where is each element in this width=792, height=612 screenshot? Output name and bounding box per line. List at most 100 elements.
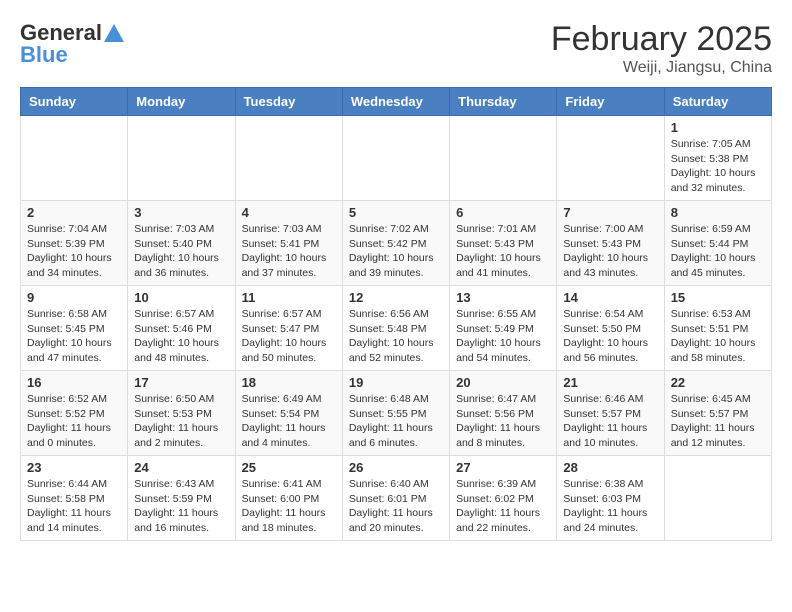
location-subtitle: Weiji, Jiangsu, China [551,59,772,77]
day-info: Sunrise: 7:05 AMSunset: 5:38 PMDaylight:… [671,137,765,196]
day-number: 13 [456,290,550,305]
day-info: Sunrise: 6:45 AMSunset: 5:57 PMDaylight:… [671,392,765,451]
calendar-cell: 2Sunrise: 7:04 AMSunset: 5:39 PMDaylight… [21,201,128,286]
calendar-cell [450,116,557,201]
day-header-monday: Monday [128,88,235,116]
day-info: Sunrise: 6:57 AMSunset: 5:47 PMDaylight:… [242,307,336,366]
day-number: 1 [671,120,765,135]
day-info: Sunrise: 6:39 AMSunset: 6:02 PMDaylight:… [456,477,550,536]
week-row-5: 23 Sunrise: 6:44 AMSunset: 5:58 PMDayligh… [21,456,772,541]
week-row-3: 9 Sunrise: 6:58 AMSunset: 5:45 PMDaylight… [21,286,772,371]
calendar-cell: 25 Sunrise: 6:41 AMSunset: 6:00 PMDayligh… [235,456,342,541]
calendar-cell: 22Sunrise: 6:45 AMSunset: 5:57 PMDayligh… [664,371,771,456]
day-number: 26 [349,460,443,475]
calendar-cell: 6 Sunrise: 7:01 AMSunset: 5:43 PMDaylight… [450,201,557,286]
day-number: 2 [27,205,121,220]
calendar-cell: 12 Sunrise: 6:56 AMSunset: 5:48 PMDayligh… [342,286,449,371]
calendar-cell: 14 Sunrise: 6:54 AMSunset: 5:50 PMDayligh… [557,286,664,371]
calendar-table: SundayMondayTuesdayWednesdayThursdayFrid… [20,87,772,541]
day-info: Sunrise: 7:03 AMSunset: 5:41 PMDaylight:… [242,222,336,281]
day-number: 11 [242,290,336,305]
calendar-cell: 13 Sunrise: 6:55 AMSunset: 5:49 PMDayligh… [450,286,557,371]
day-number: 24 [134,460,228,475]
calendar-cell: 11 Sunrise: 6:57 AMSunset: 5:47 PMDayligh… [235,286,342,371]
day-info: Sunrise: 7:01 AMSunset: 5:43 PMDaylight:… [456,222,550,281]
day-number: 20 [456,375,550,390]
day-number: 17 [134,375,228,390]
title-block: February 2025 Weiji, Jiangsu, China [551,20,772,77]
calendar-cell: 1 Sunrise: 7:05 AMSunset: 5:38 PMDaylight… [664,116,771,201]
calendar-cell: 20 Sunrise: 6:47 AMSunset: 5:56 PMDayligh… [450,371,557,456]
day-info: Sunrise: 6:49 AMSunset: 5:54 PMDaylight:… [242,392,336,451]
calendar-header-row: SundayMondayTuesdayWednesdayThursdayFrid… [21,88,772,116]
day-info: Sunrise: 6:43 AMSunset: 5:59 PMDaylight:… [134,477,228,536]
month-year-title: February 2025 [551,20,772,59]
day-number: 21 [563,375,657,390]
day-info: Sunrise: 6:38 AMSunset: 6:03 PMDaylight:… [563,477,657,536]
day-info: Sunrise: 6:47 AMSunset: 5:56 PMDaylight:… [456,392,550,451]
day-number: 27 [456,460,550,475]
week-row-1: 1 Sunrise: 7:05 AMSunset: 5:38 PMDaylight… [21,116,772,201]
day-number: 10 [134,290,228,305]
day-header-friday: Friday [557,88,664,116]
calendar-cell: 21 Sunrise: 6:46 AMSunset: 5:57 PMDayligh… [557,371,664,456]
day-info: Sunrise: 6:55 AMSunset: 5:49 PMDaylight:… [456,307,550,366]
day-number: 16 [27,375,121,390]
day-info: Sunrise: 6:56 AMSunset: 5:48 PMDaylight:… [349,307,443,366]
day-number: 7 [563,205,657,220]
calendar-cell: 23 Sunrise: 6:44 AMSunset: 5:58 PMDayligh… [21,456,128,541]
calendar-cell: 15 Sunrise: 6:53 AMSunset: 5:51 PMDayligh… [664,286,771,371]
calendar-cell: 4 Sunrise: 7:03 AMSunset: 5:41 PMDaylight… [235,201,342,286]
day-number: 6 [456,205,550,220]
calendar-cell: 16 Sunrise: 6:52 AMSunset: 5:52 PMDayligh… [21,371,128,456]
day-header-thursday: Thursday [450,88,557,116]
week-row-2: 2Sunrise: 7:04 AMSunset: 5:39 PMDaylight… [21,201,772,286]
day-info: Sunrise: 6:50 AMSunset: 5:53 PMDaylight:… [134,392,228,451]
calendar-cell: 27 Sunrise: 6:39 AMSunset: 6:02 PMDayligh… [450,456,557,541]
day-info: Sunrise: 6:53 AMSunset: 5:51 PMDaylight:… [671,307,765,366]
day-info: Sunrise: 7:00 AMSunset: 5:43 PMDaylight:… [563,222,657,281]
calendar-cell: 3 Sunrise: 7:03 AMSunset: 5:40 PMDaylight… [128,201,235,286]
calendar-cell [21,116,128,201]
day-number: 25 [242,460,336,475]
day-info: Sunrise: 6:41 AMSunset: 6:00 PMDaylight:… [242,477,336,536]
day-number: 9 [27,290,121,305]
page-header: General Blue February 2025 Weiji, Jiangs… [20,20,772,77]
calendar-cell [557,116,664,201]
day-info: Sunrise: 6:52 AMSunset: 5:52 PMDaylight:… [27,392,121,451]
day-number: 4 [242,205,336,220]
day-number: 23 [27,460,121,475]
calendar-cell [342,116,449,201]
calendar-cell: 17 Sunrise: 6:50 AMSunset: 5:53 PMDayligh… [128,371,235,456]
day-info: Sunrise: 6:54 AMSunset: 5:50 PMDaylight:… [563,307,657,366]
day-header-tuesday: Tuesday [235,88,342,116]
calendar-cell: 5Sunrise: 7:02 AMSunset: 5:42 PMDaylight… [342,201,449,286]
day-info: Sunrise: 6:57 AMSunset: 5:46 PMDaylight:… [134,307,228,366]
day-info: Sunrise: 6:58 AMSunset: 5:45 PMDaylight:… [27,307,121,366]
day-header-wednesday: Wednesday [342,88,449,116]
calendar-cell [128,116,235,201]
day-header-sunday: Sunday [21,88,128,116]
day-info: Sunrise: 6:59 AMSunset: 5:44 PMDaylight:… [671,222,765,281]
calendar-cell: 18 Sunrise: 6:49 AMSunset: 5:54 PMDayligh… [235,371,342,456]
day-info: Sunrise: 6:46 AMSunset: 5:57 PMDaylight:… [563,392,657,451]
calendar-cell: 9 Sunrise: 6:58 AMSunset: 5:45 PMDaylight… [21,286,128,371]
calendar-cell: 24 Sunrise: 6:43 AMSunset: 5:59 PMDayligh… [128,456,235,541]
day-number: 5 [349,205,443,220]
day-number: 3 [134,205,228,220]
week-row-4: 16 Sunrise: 6:52 AMSunset: 5:52 PMDayligh… [21,371,772,456]
day-number: 18 [242,375,336,390]
day-info: Sunrise: 6:40 AMSunset: 6:01 PMDaylight:… [349,477,443,536]
calendar-cell: 26 Sunrise: 6:40 AMSunset: 6:01 PMDayligh… [342,456,449,541]
day-info: Sunrise: 6:44 AMSunset: 5:58 PMDaylight:… [27,477,121,536]
calendar-cell: 8Sunrise: 6:59 AMSunset: 5:44 PMDaylight… [664,201,771,286]
day-info: Sunrise: 7:03 AMSunset: 5:40 PMDaylight:… [134,222,228,281]
day-number: 12 [349,290,443,305]
day-info: Sunrise: 6:48 AMSunset: 5:55 PMDaylight:… [349,392,443,451]
day-number: 14 [563,290,657,305]
logo-icon [104,24,124,42]
calendar-cell: 7 Sunrise: 7:00 AMSunset: 5:43 PMDaylight… [557,201,664,286]
day-number: 28 [563,460,657,475]
calendar-cell: 28 Sunrise: 6:38 AMSunset: 6:03 PMDayligh… [557,456,664,541]
day-number: 15 [671,290,765,305]
